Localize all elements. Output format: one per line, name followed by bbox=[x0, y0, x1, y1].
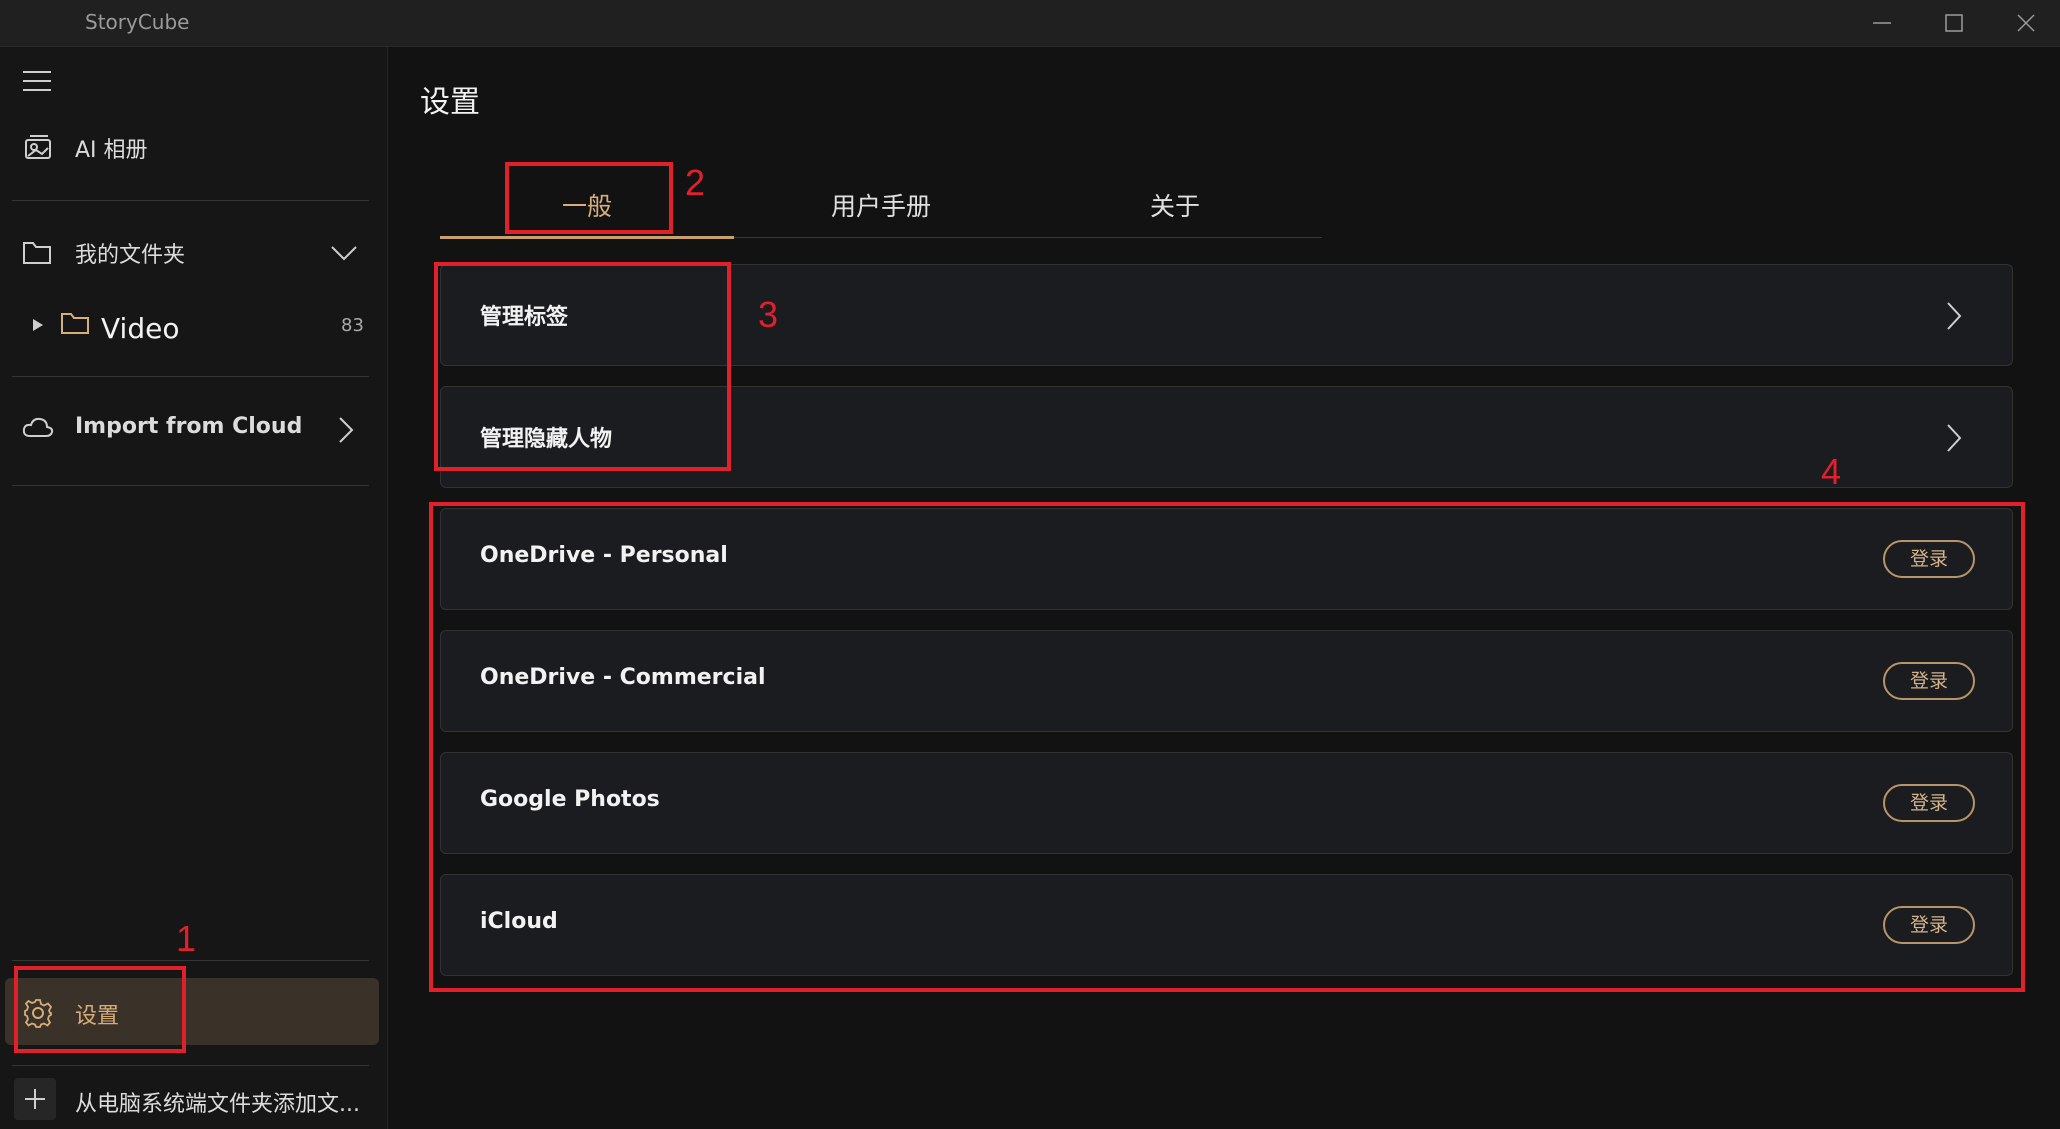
maximize-button[interactable] bbox=[1918, 0, 1990, 47]
folder-count-badge: 83 bbox=[341, 315, 364, 336]
add-folder-label: 从电脑系统端文件夹添加文... bbox=[75, 1092, 360, 1117]
annotation-number-3: 3 bbox=[758, 294, 779, 335]
tab-active-indicator bbox=[440, 236, 734, 239]
maximize-icon bbox=[1945, 14, 1963, 32]
chevron-down-icon[interactable] bbox=[330, 245, 358, 265]
video-folder-icon bbox=[60, 311, 90, 339]
app-title: StoryCube bbox=[85, 10, 190, 34]
ai-album-icon bbox=[23, 134, 53, 166]
folder-name: Video bbox=[101, 312, 180, 345]
chevron-right-icon bbox=[1947, 302, 1962, 330]
annotation-box-3 bbox=[434, 262, 731, 471]
sidebar-divider bbox=[12, 1065, 369, 1066]
minimize-button[interactable] bbox=[1846, 0, 1918, 47]
menu-button[interactable] bbox=[23, 69, 51, 97]
tab-user-manual[interactable]: 用户手册 bbox=[734, 187, 1028, 223]
cloud-icon bbox=[22, 416, 54, 442]
sidebar-item-label: AI 相册 bbox=[75, 138, 148, 163]
annotation-number-4: 4 bbox=[1821, 451, 1842, 492]
annotation-number-2: 2 bbox=[685, 162, 706, 203]
tab-about[interactable]: 关于 bbox=[1028, 187, 1322, 223]
chevron-right-icon bbox=[338, 416, 354, 448]
annotation-box-4 bbox=[429, 502, 2025, 992]
sidebar-divider bbox=[12, 200, 369, 201]
sidebar-item-label: Import from Cloud bbox=[75, 414, 303, 439]
app-window: StoryCube AI 相册 我的文件夹 Video 83 Import fr… bbox=[0, 0, 2060, 1129]
minimize-icon bbox=[1873, 22, 1891, 24]
annotation-box-2 bbox=[505, 162, 673, 234]
title-bar: StoryCube bbox=[0, 0, 2060, 47]
hamburger-menu-icon bbox=[23, 71, 51, 91]
annotation-box-1 bbox=[14, 966, 186, 1053]
sidebar-divider bbox=[12, 376, 369, 377]
page-title: 设置 bbox=[420, 85, 480, 120]
add-icon bbox=[14, 1078, 56, 1120]
close-button[interactable] bbox=[1990, 0, 2060, 47]
annotation-number-1: 1 bbox=[176, 918, 197, 959]
expand-triangle-icon[interactable] bbox=[33, 316, 43, 335]
sidebar-divider bbox=[12, 960, 369, 961]
close-icon bbox=[2017, 14, 2035, 32]
chevron-right-icon bbox=[1947, 424, 1962, 452]
sidebar-item-label: 我的文件夹 bbox=[75, 243, 186, 268]
sidebar-divider bbox=[12, 485, 369, 486]
folder-icon bbox=[22, 239, 52, 269]
